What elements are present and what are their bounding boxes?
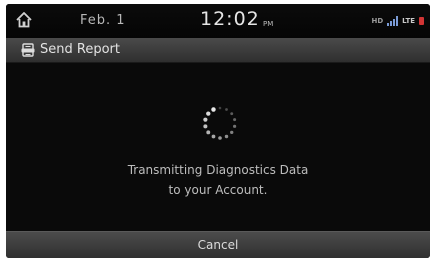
status-clock: 12:02 [200,8,260,30]
spinner-dot [230,130,234,135]
spinner-dot [206,130,211,135]
status-message: Transmitting Diagnostics Data to your Ac… [6,160,430,200]
status-message-line-1: Transmitting Diagnostics Data [127,163,309,177]
status-date: Feb. 1 [80,13,126,28]
home-icon[interactable] [14,10,34,30]
cancel-button[interactable]: Cancel [6,231,430,258]
status-meridiem: PM [263,20,274,28]
spinner-dot [203,124,208,129]
spinner-dot [203,117,208,122]
spinner-dot [206,111,211,116]
loading-spinner-icon [203,106,237,140]
spinner-dot [233,124,237,128]
status-bar: Feb. 1 12:02 PM HD LTE [6,4,430,38]
spinner-dot [225,108,228,111]
spinner-dot [211,107,216,112]
spinner-dot [211,134,216,139]
signal-icon [387,16,399,26]
spinner-dot [218,106,222,110]
title-bar: Send Report [6,38,430,63]
status-message-line-2: to your Account. [168,183,268,197]
page-title: Send Report [40,42,120,57]
report-icon [21,43,35,57]
spinner-dot [233,118,237,122]
status-indicators: HD LTE [371,15,424,27]
main-content: Transmitting Diagnostics Data to your Ac… [6,63,430,231]
spinner-dot [218,136,222,140]
alert-icon [419,17,424,25]
spinner-dot [230,112,234,116]
head-unit-screen: Feb. 1 12:02 PM HD LTE Send Report Trans… [6,4,430,258]
network-indicator: LTE [402,17,415,25]
spinner-dot [224,134,229,139]
hd-radio-indicator: HD [371,17,384,25]
